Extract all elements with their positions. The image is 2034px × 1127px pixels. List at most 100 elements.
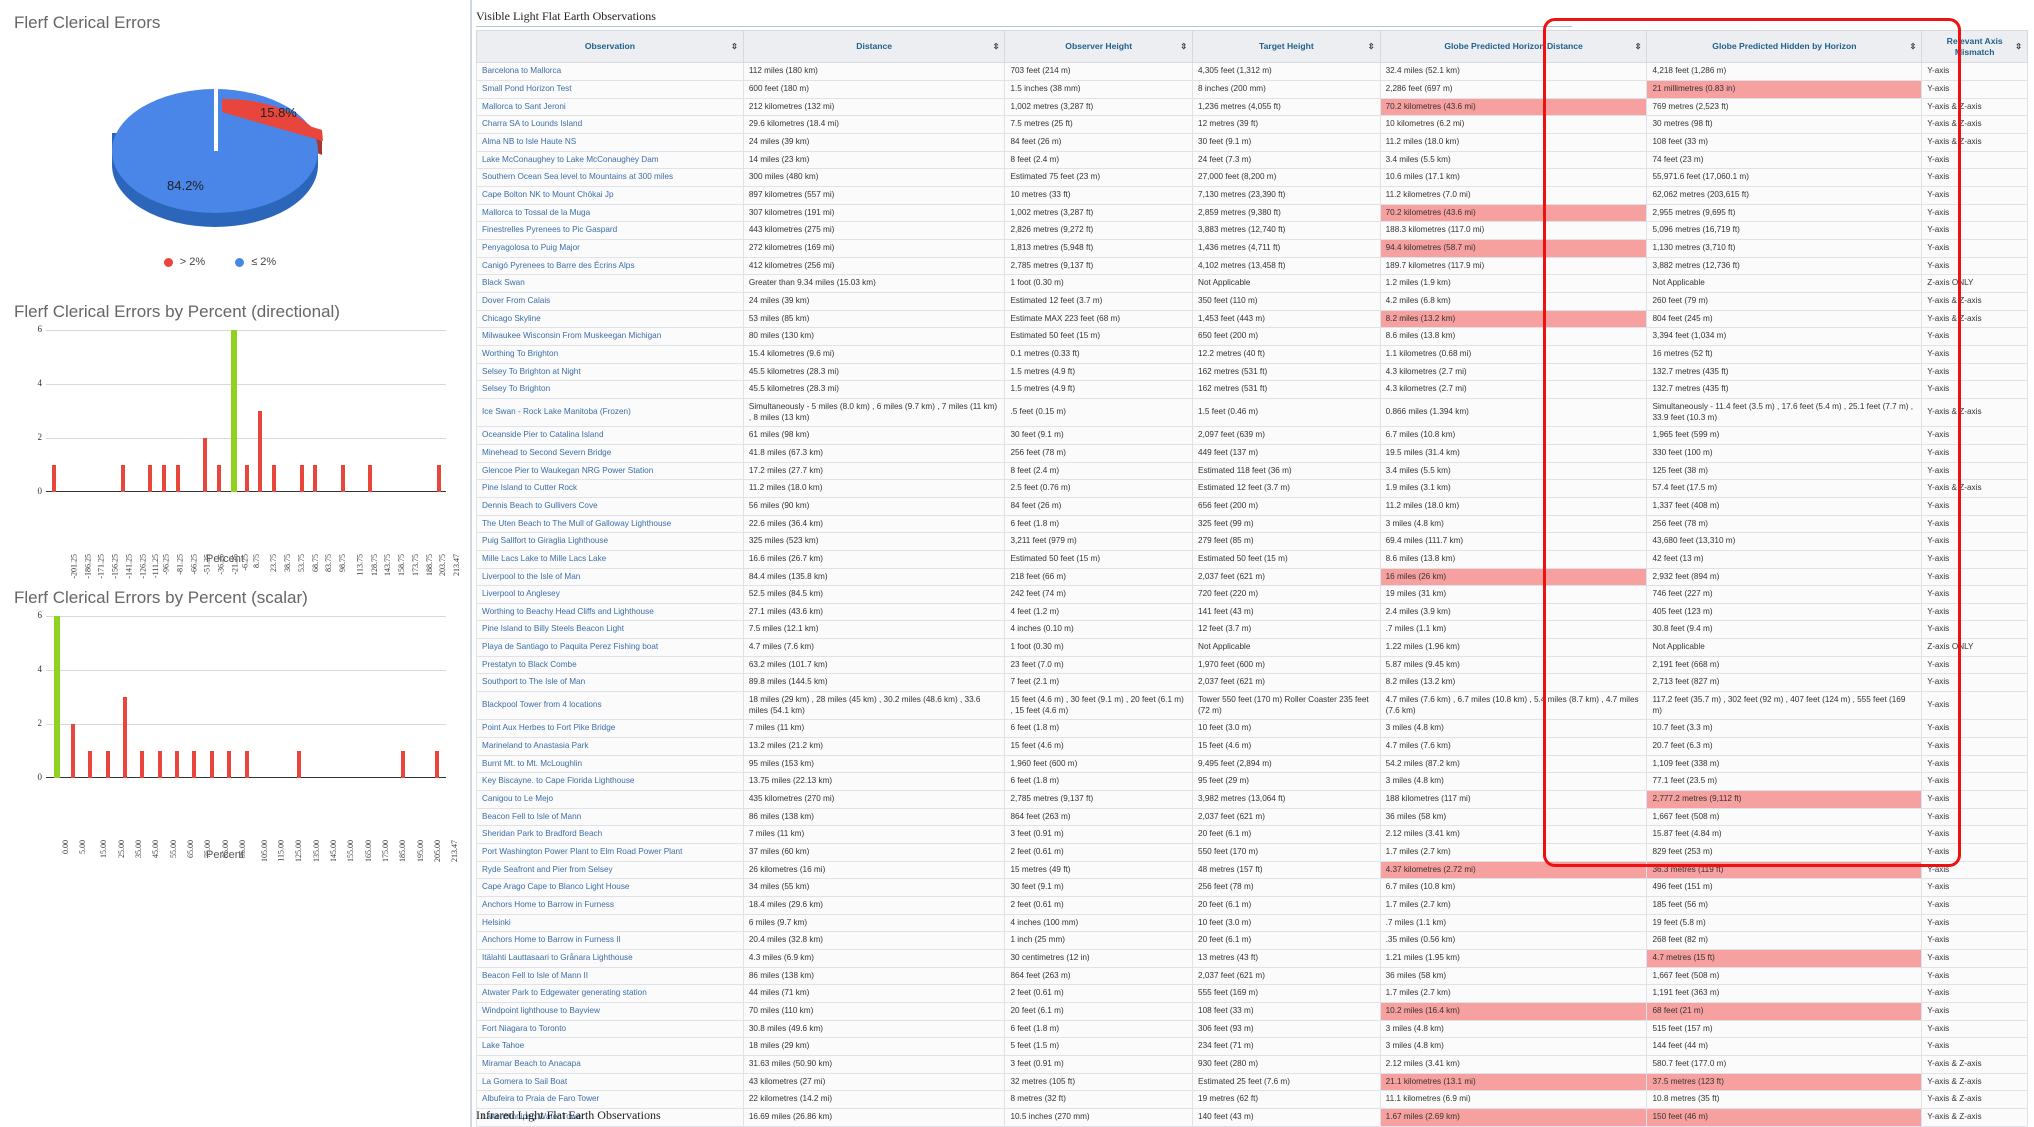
- table-row[interactable]: Prestatyn to Black Combe 63.2 miles (101.…: [476, 655, 2028, 675]
- table-row[interactable]: Ryde Seafront and Pier from Selsey 26 kil…: [476, 860, 2028, 880]
- cell-observation[interactable]: Pine Island to Billy Steels Beacon Light: [476, 620, 744, 640]
- cell-observation[interactable]: Miramar Beach to Anacapa: [476, 1054, 744, 1074]
- cell-observation[interactable]: The Uten Beach to The Mull of Galloway L…: [476, 514, 744, 534]
- observation-link[interactable]: Miramar Beach to Anacapa: [482, 1059, 581, 1068]
- table-row[interactable]: La Gomera to Sail Boat 43 kilometres (27 …: [476, 1072, 2028, 1092]
- observation-link[interactable]: Dover From Calais: [482, 296, 550, 305]
- table-row[interactable]: Glencoe Pier to Waukegan NRG Power Stati…: [476, 461, 2028, 481]
- cell-observation[interactable]: Selsey To Brighton: [476, 380, 744, 399]
- table-row[interactable]: Ice Swan - Rock Lake Manitoba (Frozen) Si…: [476, 397, 2028, 428]
- observation-link[interactable]: Selsey To Brighton: [482, 384, 550, 393]
- column-header-globe-hidden[interactable]: Globe Predicted Hidden by Horizon ⇳: [1646, 29, 1923, 64]
- sort-icon[interactable]: ⇳: [1635, 42, 1642, 52]
- cell-observation[interactable]: Key Biscayne. to Cape Florida Lighthouse: [476, 772, 744, 792]
- cell-observation[interactable]: Puig Sallfort to Giraglia Lighthouse: [476, 532, 744, 551]
- table-row[interactable]: Windpoint lighthouse to Bayview 70 miles …: [476, 1001, 2028, 1021]
- cell-observation[interactable]: Alma NB to Isle Haute NS: [476, 133, 744, 152]
- cell-observation[interactable]: Ice Swan - Rock Lake Manitoba (Frozen): [476, 397, 744, 428]
- table-row[interactable]: Worthing to Beachy Head Cliffs and Light…: [476, 602, 2028, 622]
- table-row[interactable]: Fort Niagara to Toronto 30.8 miles (49.6 …: [476, 1019, 2028, 1039]
- table-row[interactable]: Canigó Pyrenees to Barre des Écrins Alps…: [476, 256, 2028, 276]
- observation-link[interactable]: Lake Tahoe: [482, 1041, 524, 1050]
- cell-observation[interactable]: Chicago Skyline: [476, 309, 744, 329]
- cell-observation[interactable]: Worthing to Beachy Head Cliffs and Light…: [476, 602, 744, 622]
- cell-observation[interactable]: Fort Niagara to Toronto: [476, 1019, 744, 1039]
- observation-link[interactable]: Alma NB to Isle Haute NS: [482, 137, 576, 146]
- table-row[interactable]: Key Biscayne. to Cape Florida Lighthouse…: [476, 772, 2028, 792]
- table-row[interactable]: Mille Lacs Lake to Mille Lacs Lake 16.6 m…: [476, 549, 2028, 569]
- observation-link[interactable]: Minehead to Second Severn Bridge: [482, 448, 611, 457]
- observation-link[interactable]: Finestrelles Pyrenees to Pic Gaspard: [482, 225, 617, 234]
- cell-observation[interactable]: Small Pond Horizon Test: [476, 80, 744, 99]
- observation-link[interactable]: Beacon Fell to Isle of Mann II: [482, 971, 588, 980]
- table-row[interactable]: Playa de Santiago to Paquita Perez Fishi…: [476, 638, 2028, 657]
- table-row[interactable]: Liverpool to Anglesey 52.5 miles (84.5 km…: [476, 585, 2028, 604]
- table-row[interactable]: Minehead to Second Severn Bridge 41.8 mil…: [476, 443, 2028, 463]
- observation-link[interactable]: Liverpool to the Isle of Man: [482, 572, 580, 581]
- table-row[interactable]: Charra SA to Lounds Island 29.6 kilometre…: [476, 115, 2028, 135]
- observation-link[interactable]: Canigó Pyrenees to Barre des Écrins Alps: [482, 261, 634, 270]
- table-row[interactable]: Lake McConaughey to Lake McConaughey Dam…: [476, 150, 2028, 170]
- column-header-distance[interactable]: Distance ⇳: [742, 29, 1006, 64]
- observation-link[interactable]: Southern Ocean Sea level to Mountains at…: [482, 172, 673, 181]
- table-row[interactable]: Lake Tahoe 18 miles (29 km) 5 feet (1.5 m)…: [476, 1037, 2028, 1056]
- table-row[interactable]: Southport to The Isle of Man 89.8 miles (…: [476, 673, 2028, 693]
- cell-observation[interactable]: Marineland to Anastasia Park: [476, 737, 744, 756]
- table-row[interactable]: Albufeira to Praia de Faro Tower 22 kilom…: [476, 1090, 2028, 1109]
- sort-icon[interactable]: ⇳: [1368, 42, 1375, 52]
- table-row[interactable]: Puig Sallfort to Giraglia Lighthouse 325 …: [476, 532, 2028, 551]
- cell-observation[interactable]: Prestatyn to Black Combe: [476, 655, 744, 675]
- cell-observation[interactable]: Oceanside Pier to Catalina Island: [476, 426, 744, 445]
- sort-icon[interactable]: ⇳: [2015, 42, 2022, 52]
- table-row[interactable]: Worthing To Brighton 15.4 kilometres (9.6…: [476, 344, 2028, 364]
- observation-link[interactable]: Beacon Fell to Isle of Mann: [482, 812, 581, 821]
- observation-link[interactable]: Liverpool to Anglesey: [482, 589, 560, 598]
- observation-link[interactable]: Pine Island to Billy Steels Beacon Light: [482, 624, 624, 633]
- observation-link[interactable]: Port Washington Power Plant to Elm Road …: [482, 847, 682, 856]
- cell-observation[interactable]: Beacon Fell to Isle of Mann II: [476, 966, 744, 986]
- cell-observation[interactable]: Mille Lacs Lake to Mille Lacs Lake: [476, 549, 744, 569]
- table-row[interactable]: Southern Ocean Sea level to Mountains at…: [476, 168, 2028, 188]
- observation-link[interactable]: Selsey To Brighton at Night: [482, 367, 581, 376]
- table-row[interactable]: Dennis Beach to Gullivers Cove 56 miles (…: [476, 496, 2028, 516]
- observation-link[interactable]: The Uten Beach to The Mull of Galloway L…: [482, 519, 671, 528]
- observation-link[interactable]: Burnt Mt. to Mt. McLoughlin: [482, 759, 582, 768]
- table-row[interactable]: Helsinki 6 miles (9.7 km) 4 inches (100 mm…: [476, 913, 2028, 933]
- cell-observation[interactable]: Pine Island to Cutter Rock: [476, 479, 744, 498]
- observation-link[interactable]: Canigou to Le Mejo: [482, 794, 553, 803]
- observation-link[interactable]: Itälahti Lauttasaari to Grånara Lighthou…: [482, 953, 633, 962]
- observation-link[interactable]: Pine Island to Cutter Rock: [482, 483, 577, 492]
- observation-link[interactable]: Oceanside Pier to Catalina Island: [482, 430, 604, 439]
- observation-link[interactable]: Anchors Home to Barrow in Furness II: [482, 935, 621, 944]
- observation-link[interactable]: Mille Lacs Lake to Mille Lacs Lake: [482, 554, 606, 563]
- cell-observation[interactable]: Itälahti Lauttasaari to Grånara Lighthou…: [476, 948, 744, 968]
- table-row[interactable]: Oceanside Pier to Catalina Island 61 mile…: [476, 426, 2028, 445]
- cell-observation[interactable]: Cape Arago Cape to Blanco Light House: [476, 878, 744, 897]
- cell-observation[interactable]: La Gomera to Sail Boat: [476, 1072, 744, 1092]
- table-row[interactable]: Small Pond Horizon Test 600 feet (180 m) 1…: [476, 80, 2028, 99]
- cell-observation[interactable]: Worthing To Brighton: [476, 344, 744, 364]
- cell-observation[interactable]: Sheridan Park to Bradford Beach: [476, 825, 744, 844]
- cell-observation[interactable]: Canigó Pyrenees to Barre des Écrins Alps: [476, 256, 744, 276]
- observation-link[interactable]: Black Swan: [482, 278, 525, 287]
- table-row[interactable]: Marineland to Anastasia Park 13.2 miles (…: [476, 737, 2028, 756]
- cell-observation[interactable]: Blackpool Tower from 4 locations: [476, 691, 744, 721]
- observation-link[interactable]: Puig Sallfort to Giraglia Lighthouse: [482, 536, 608, 545]
- cell-observation[interactable]: Beacon Fell to Isle of Mann: [476, 807, 744, 827]
- sort-icon[interactable]: ⇳: [731, 42, 738, 52]
- cell-observation[interactable]: Ryde Seafront and Pier from Selsey: [476, 860, 744, 880]
- observation-link[interactable]: Southport to The Isle of Man: [482, 677, 585, 686]
- table-row[interactable]: Selsey To Brighton at Night 45.5 kilometr…: [476, 362, 2028, 382]
- cell-observation[interactable]: Anchors Home to Barrow in Furness II: [476, 931, 744, 950]
- cell-observation[interactable]: Charra SA to Lounds Island: [476, 115, 744, 135]
- cell-observation[interactable]: Albufeira to Praia de Faro Tower: [476, 1090, 744, 1109]
- table-row[interactable]: Mallorca to Tossal de la Muga 307 kilomet…: [476, 203, 2028, 223]
- observation-link[interactable]: Atwater Park to Edgewater generating sta…: [482, 988, 647, 997]
- observation-link[interactable]: Worthing to Beachy Head Cliffs and Light…: [482, 607, 654, 616]
- table-row[interactable]: Milwaukee Wisconsin From Muskeegan Michi…: [476, 327, 2028, 346]
- observation-link[interactable]: Albufeira to Praia de Faro Tower: [482, 1094, 599, 1103]
- table-row[interactable]: Cape Arago Cape to Blanco Light House 34 …: [476, 878, 2028, 897]
- table-row[interactable]: Anchors Home to Barrow in Furness II 20.4…: [476, 931, 2028, 950]
- cell-observation[interactable]: Port Washington Power Plant to Elm Road …: [476, 843, 744, 862]
- cell-observation[interactable]: Mallorca to Tossal de la Muga: [476, 203, 744, 223]
